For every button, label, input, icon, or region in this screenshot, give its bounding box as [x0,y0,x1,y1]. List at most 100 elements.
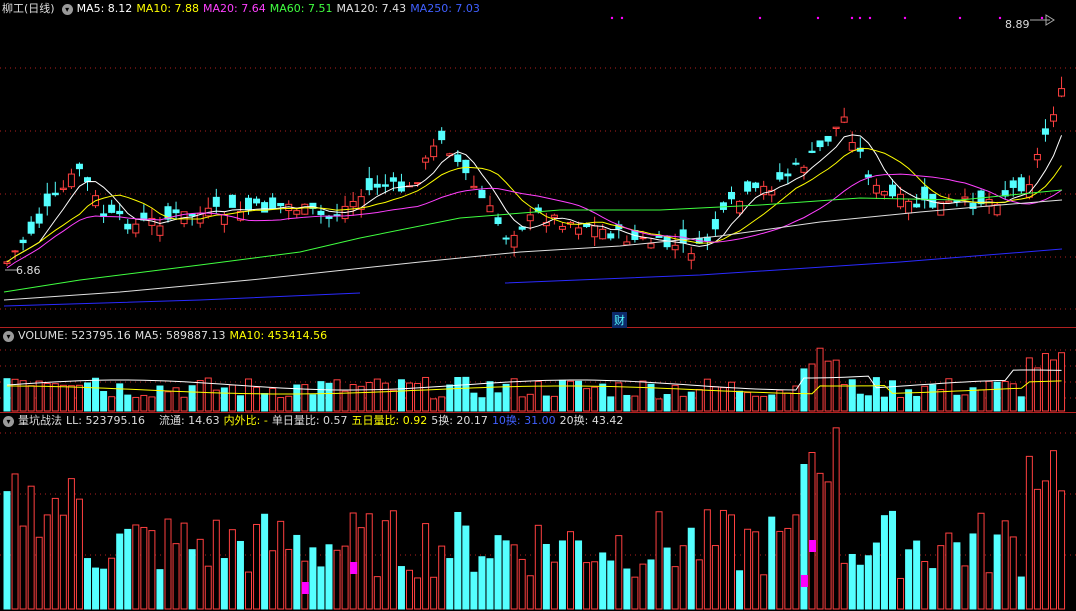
indicator-bar [663,547,671,610]
candlestick [550,214,558,218]
indicator-bar [993,534,1001,610]
indicator-bar [921,561,929,610]
indicator-bar [719,509,727,610]
indicator-bar [220,558,228,610]
indicator-bar [969,533,977,610]
indicator-bar [188,549,196,610]
indicator-bar [671,566,679,610]
indicator-20-turnover: 20换: 43.42 [559,414,624,427]
candlestick [1009,180,1017,188]
volume-bar [333,379,341,412]
indicator-bar [905,549,913,610]
indicator-bar [623,568,631,610]
candlestick [27,221,35,234]
indicator-bar [140,526,148,610]
candlestick [43,193,51,207]
volume-bar [51,383,59,412]
volume-bar [494,392,502,412]
volume-bar [639,380,647,412]
indicator-bar [261,513,269,610]
candlestick [317,210,325,216]
volume-bar [921,385,929,412]
candlestick [1058,88,1066,97]
volume-bar [196,380,204,412]
indicator-bar [1025,455,1033,610]
volume-bar [558,379,566,412]
candlestick [220,214,228,225]
indicator-bar [647,559,655,610]
volume-bar [591,386,599,412]
signal-dot [858,16,862,20]
indicator-bar [51,497,59,610]
indicator-bar [349,512,357,610]
ma5-label: MA5: 8.12 [76,2,133,15]
candlestick [558,225,566,230]
candlestick [591,225,599,238]
volume-bar [607,396,615,412]
indicator-bar [599,552,607,610]
candlestick [623,241,631,246]
volume-bar [325,382,333,412]
indicator-bar [381,520,389,610]
indicator-bar [848,553,856,610]
indicator-bar [164,518,172,610]
pit-marker [809,540,816,552]
volume-bar [913,395,921,412]
indicator-bar [494,535,502,610]
candlestick [462,159,470,174]
candlestick [647,243,655,249]
candlestick [116,210,124,215]
indicator-bar [333,549,341,610]
volume-bar [663,394,671,412]
stock-title[interactable]: 柳工(日线) [2,1,55,17]
indicator-bar [880,515,888,610]
volume-bar [1041,353,1049,412]
volume-bar [1025,357,1033,412]
candlestick [228,194,236,208]
volume-bar [309,394,317,412]
volume-bar [760,395,768,412]
volume-bar [67,385,75,412]
indicator-bar [760,574,768,610]
chevron-down-icon[interactable]: ▾ [3,330,14,342]
indicator-bar [341,545,349,610]
indicator-bar [325,544,333,610]
indicator-bar [977,512,985,610]
indicator-bar [575,540,583,610]
candlestick [156,225,164,236]
indicator-bar [100,568,108,610]
price-header: 柳工(日线) ▾ MA5: 8.12 MA10: 7.88 MA20: 7.64… [0,1,484,17]
indicator-bar [92,567,100,610]
volume-bar [583,388,591,412]
volume-bar [486,381,494,412]
volume-bar [808,363,816,412]
volume-bar [430,398,438,412]
indicator-10-turnover: 10换: 31.00 [491,414,556,427]
indicator-bar [309,547,317,610]
candlestick [478,189,486,199]
indicator-bar [583,562,591,610]
volume-bar [502,383,510,412]
indicator-bar [526,575,534,610]
signal-dot [758,16,762,20]
indicator-5-turnover: 5换: 20.17 [431,414,488,427]
volume-bar [422,376,430,412]
signal-dot [620,16,624,20]
indicator-bar [711,545,719,610]
indicator-bar [116,533,124,610]
indicator-bar [11,473,19,610]
financial-report-marker[interactable]: 财 [612,312,627,328]
indicator-bar [518,558,526,610]
volume-bar [462,376,470,412]
candlestick [921,186,929,201]
indicator-bar [19,525,27,610]
indicator-bar [953,542,961,610]
indicator-bar [75,498,83,610]
chevron-down-icon[interactable]: ▾ [61,3,73,15]
volume-bar [631,395,639,412]
volume-bar [59,384,67,412]
stock-chart[interactable] [0,0,1076,611]
chevron-down-icon[interactable]: ▾ [3,415,14,427]
candlestick [880,191,888,196]
candlestick [502,237,510,240]
